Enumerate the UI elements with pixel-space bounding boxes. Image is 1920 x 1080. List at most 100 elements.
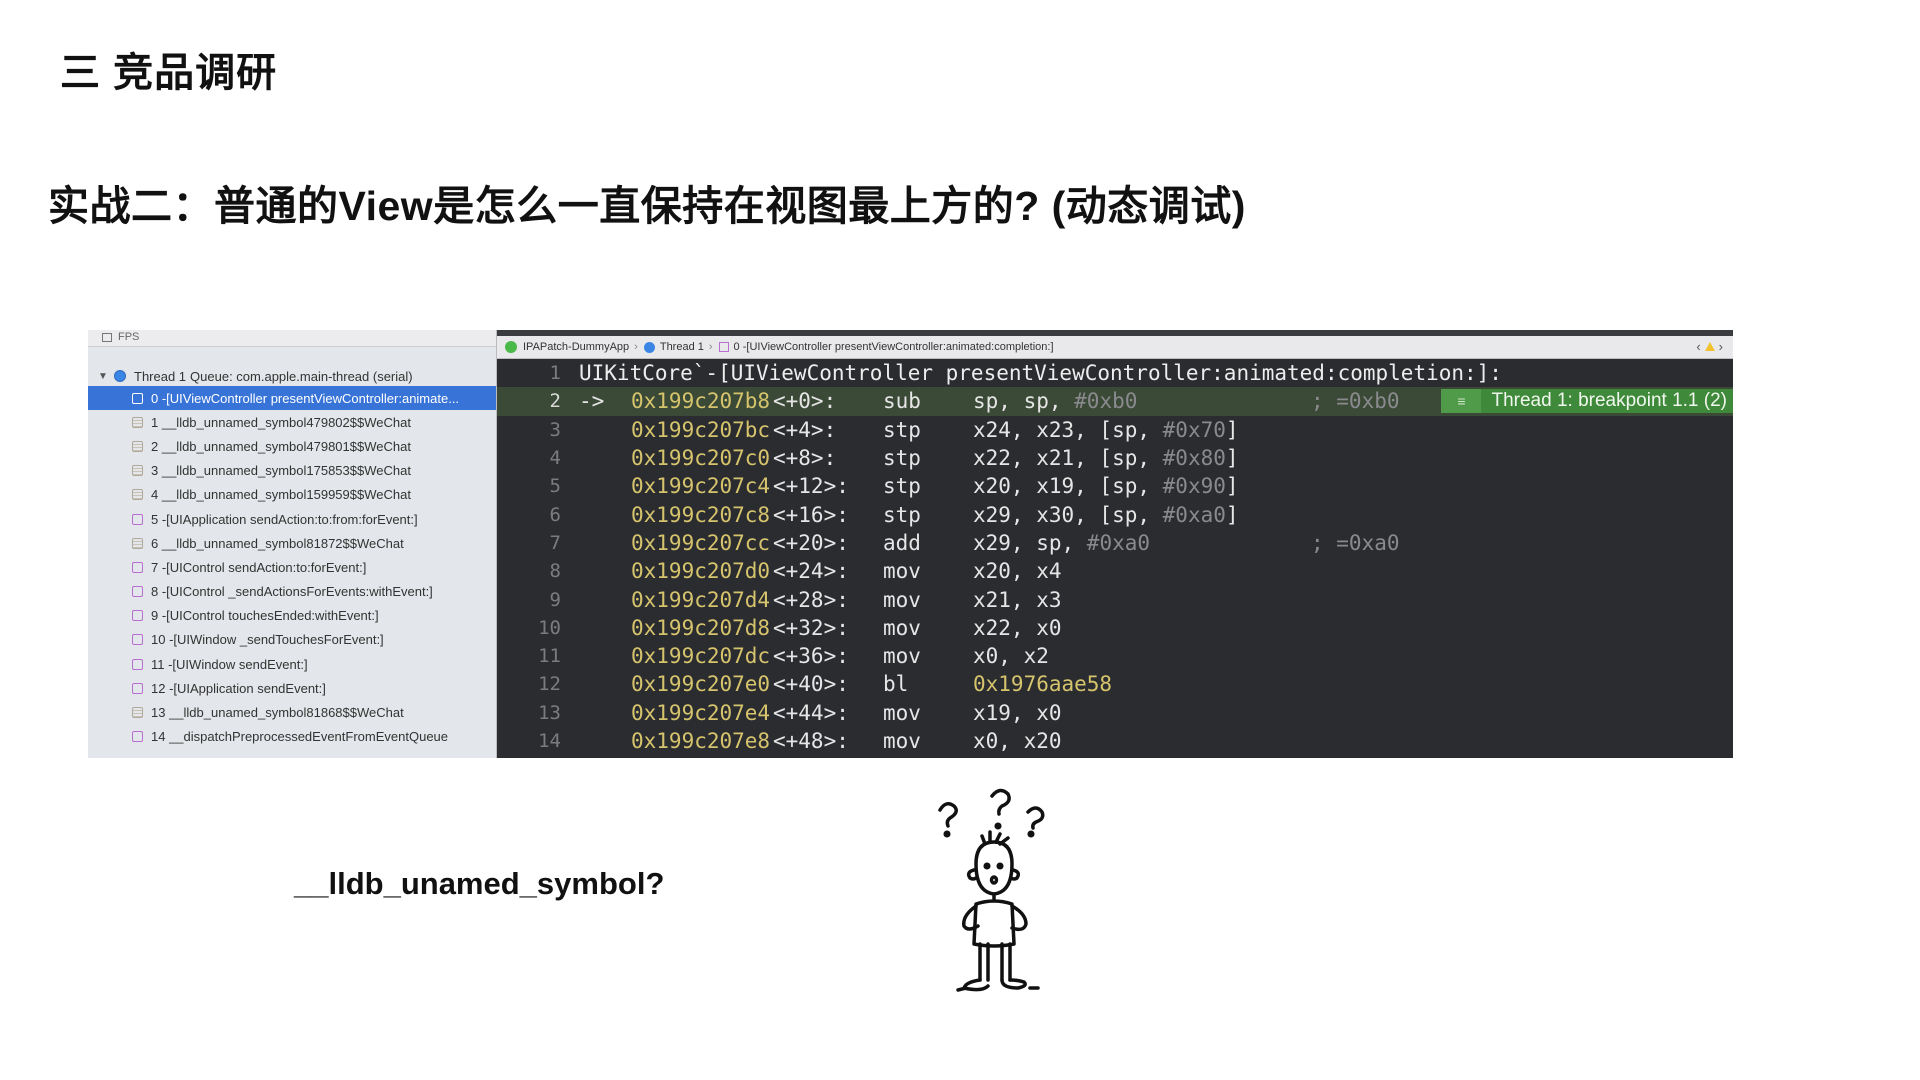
instruction-mnemonic: mov <box>883 729 921 753</box>
symbol-frame-icon <box>132 465 143 477</box>
line-number[interactable]: 10 <box>497 617 561 639</box>
chevron-left-icon[interactable]: ‹ <box>1696 339 1700 354</box>
stack-frame-row[interactable]: 10 -[UIWindow _sendTouchesForEvent:] <box>88 628 496 652</box>
jumpbar-thread[interactable]: Thread 1 <box>660 341 704 353</box>
line-number[interactable]: 14 <box>497 730 561 752</box>
stack-frame-row[interactable]: 12 -[UIApplication sendEvent:] <box>88 676 496 700</box>
instruction-address: 0x199c207d8 <box>631 615 771 640</box>
operand-text: x29, sp, <box>973 530 1087 555</box>
stack-frame-row[interactable]: 1 __lldb_unnamed_symbol479802$$WeChat <box>88 410 496 434</box>
stack-frame-row[interactable]: 4 __lldb_unnamed_symbol159959$$WeChat <box>88 483 496 507</box>
stack-frame-row[interactable]: 14 __dispatchPreprocessedEventFromEventQ… <box>88 725 496 749</box>
stack-frame-row[interactable]: 0 -[UIViewController presentViewControll… <box>88 386 496 411</box>
confused-stick-figure-illustration <box>938 788 1045 992</box>
operand-text: x29, x30, [sp, <box>973 502 1163 527</box>
line-number[interactable]: 6 <box>497 504 561 526</box>
instruction-comment: ; =0xa0 <box>1311 530 1400 555</box>
symbol-frame-icon <box>132 537 143 549</box>
stack-frame-row[interactable]: 2 __lldb_unnamed_symbol479801$$WeChat <box>88 434 496 458</box>
instruction-address: 0x199c207b8 <box>631 389 771 414</box>
stack-frame-row[interactable]: 13 __lldb_unamed_symbol81868$$WeChat <box>88 700 496 724</box>
instruction-operands: x0, x2 <box>973 644 1311 668</box>
stack-frame-label: 1 __lldb_unnamed_symbol479802$$WeChat <box>151 414 411 430</box>
instruction-operands: x0, x20 <box>973 729 1311 753</box>
stack-frame-label: 0 -[UIViewController presentViewControll… <box>151 390 460 406</box>
stack-frame-label: 14 __dispatchPreprocessedEventFromEventQ… <box>151 729 449 745</box>
breakpoint-badge[interactable]: ≡ Thread 1: breakpoint 1.1 (2) <box>1441 389 1733 414</box>
instruction-comment: ; =0xb0 <box>1311 389 1400 414</box>
stack-frame-row[interactable]: 9 -[UIControl touchesEnded:withEvent:] <box>88 604 496 628</box>
objc-frame-icon <box>132 561 143 573</box>
instruction-address: 0x199c207d0 <box>631 559 771 584</box>
line-number[interactable]: 5 <box>497 475 561 497</box>
stack-frame-row[interactable]: 8 -[UIControl _sendActionsForEvents:with… <box>88 580 496 604</box>
line-number[interactable]: 2 <box>497 390 561 412</box>
jumpbar-nav: ‹ › <box>1696 339 1723 354</box>
stack-frame-row[interactable]: 6 __lldb_unnamed_symbol81872$$WeChat <box>88 531 496 555</box>
line-number[interactable]: 12 <box>497 673 561 695</box>
jumpbar-frame[interactable]: 0 -[UIViewController presentViewControll… <box>734 341 1054 353</box>
operand-immediate: #0x70 <box>1162 417 1226 442</box>
disclosure-triangle-icon[interactable]: ▼ <box>98 371 114 382</box>
instruction-operands: sp, sp, #0xb0 <box>973 389 1311 413</box>
stack-frame-row[interactable]: 5 -[UIApplication sendAction:to:from:for… <box>88 507 496 531</box>
instruction-offset: <+36>: <box>773 644 849 669</box>
chevron-right-icon: › <box>708 341 713 353</box>
instruction-address: 0x199c207cc <box>631 530 771 555</box>
instruction-offset: <+4>: <box>773 417 837 442</box>
instruction-mnemonic: stp <box>883 502 921 527</box>
line-number[interactable]: 13 <box>497 702 561 724</box>
operand-text: x0, x20 <box>973 729 1062 753</box>
instruction-offset: <+0>: <box>773 389 837 414</box>
stack-frame-label: 13 __lldb_unamed_symbol81868$$WeChat <box>151 705 404 721</box>
operand-immediate: #0xa0 <box>1086 530 1151 555</box>
line-number[interactable]: 7 <box>497 532 561 554</box>
instruction-mnemonic: mov <box>883 700 921 725</box>
slide-heading: 实战二：普通的View是怎么一直保持在视图最上方的? (动态调试) <box>48 183 1246 229</box>
instruction-offset: <+20>: <box>773 530 849 555</box>
line-number: 1 <box>549 362 561 385</box>
instruction-address: 0x199c207e0 <box>631 672 771 697</box>
line-number[interactable]: 4 <box>497 447 561 469</box>
stack-frame-label: 2 __lldb_unnamed_symbol479801$$WeChat <box>151 438 411 454</box>
instruction-operands: x19, x0 <box>973 701 1311 725</box>
code-line: 7 0x199c207cc <+20>: add x29, sp, #0xa0; =0x… <box>497 529 1733 557</box>
stack-frame-row[interactable]: 3 __lldb_unnamed_symbol175853$$WeChat <box>88 459 496 483</box>
jumpbar-app[interactable]: IPAPatch-DummyApp <box>523 341 629 353</box>
thread-row[interactable]: ▼ Thread 1 Queue: com.apple.main-thread … <box>98 366 413 386</box>
instruction-offset: <+24>: <box>773 559 849 584</box>
stack-frame-label: 5 -[UIApplication sendAction:to:from:for… <box>151 511 418 527</box>
instruction-address: 0x199c207d4 <box>631 587 771 612</box>
chevron-right-icon[interactable]: › <box>1719 339 1723 354</box>
instruction-mnemonic: stp <box>883 446 921 471</box>
section-title: 三 竞品调研 <box>60 51 278 95</box>
instruction-operands: x22, x21, [sp, #0x80] <box>973 446 1311 470</box>
symbol-frame-icon <box>132 440 143 452</box>
line-number[interactable]: 11 <box>497 645 561 667</box>
instruction-operands: x20, x4 <box>973 559 1311 583</box>
warning-icon[interactable] <box>1704 342 1715 351</box>
instruction-address: 0x199c207bc <box>631 417 771 442</box>
thread-queue: Queue: com.apple.main-thread (serial) <box>190 368 413 384</box>
instruction-mnemonic: stp <box>883 474 921 499</box>
stack-frame-label: 7 -[UIControl sendAction:to:forEvent:] <box>151 559 367 575</box>
instruction-offset: <+48>: <box>773 729 849 753</box>
operand-text: x21, x3 <box>973 587 1062 612</box>
code-line: 11 0x199c207dc <+36>: mov x0, x2 <box>497 642 1733 670</box>
chevron-right-icon: › <box>634 341 638 353</box>
instruction-address: 0x199c207e8 <box>631 729 771 753</box>
stack-frame-row[interactable]: 7 -[UIControl sendAction:to:forEvent:] <box>88 555 496 579</box>
objc-frame-icon <box>132 610 143 622</box>
code-line: 9 0x199c207d4 <+28>: mov x21, x3 <box>497 585 1733 613</box>
stack-frame-label: 4 __lldb_unnamed_symbol159959$$WeChat <box>151 487 411 503</box>
stack-frame-row[interactable]: 11 -[UIWindow sendEvent:] <box>88 652 496 676</box>
question-text: __lldb_unamed_symbol? <box>294 866 665 901</box>
operand-immediate: #0xa0 <box>1162 502 1226 527</box>
line-number[interactable]: 8 <box>497 560 561 582</box>
operand-text: x20, x4 <box>973 559 1062 584</box>
fps-icon <box>102 333 112 342</box>
symbol-frame-icon <box>132 707 143 719</box>
operand-immediate: #0x90 <box>1162 474 1226 499</box>
line-number[interactable]: 9 <box>497 589 561 611</box>
line-number[interactable]: 3 <box>497 419 561 441</box>
